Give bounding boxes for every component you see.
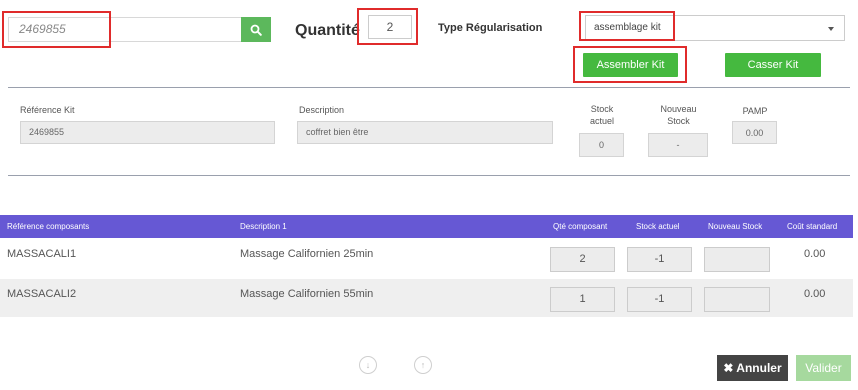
nouveau-stock-label: Nouveau Stock	[660, 104, 697, 126]
th-qte: Qté composant	[553, 222, 608, 231]
arrow-up-icon: ↑	[420, 360, 426, 370]
th-nouveau: Nouveau Stock	[708, 222, 763, 231]
chevron-down-icon	[828, 27, 834, 31]
search-icon	[250, 24, 262, 36]
pamp-label: PAMP	[742, 106, 768, 116]
stock-actuel-label: Stock actuel	[589, 104, 615, 126]
row-ref: MASSACALI2	[7, 288, 77, 300]
th-desc: Description 1	[240, 222, 287, 231]
pamp-field: 0.00	[732, 121, 777, 144]
divider-top	[8, 87, 850, 88]
scroll-down-button[interactable]: ↓	[359, 356, 377, 374]
annuler-button[interactable]: ✖ Annuler	[717, 355, 788, 381]
row-cout: 0.00	[804, 248, 826, 260]
arrow-down-icon: ↓	[365, 360, 371, 370]
valider-button[interactable]: Valider	[796, 355, 851, 381]
casser-kit-button[interactable]: Casser Kit	[725, 53, 821, 77]
description-label: Description	[299, 105, 345, 115]
scroll-up-button[interactable]: ↑	[414, 356, 432, 374]
nouveau-stock-field: -	[648, 133, 708, 157]
regularisation-label: Type Régularisation	[438, 22, 543, 34]
row-nouveau-field	[704, 287, 770, 312]
search-highlight	[2, 11, 111, 48]
select-highlight	[579, 11, 675, 41]
divider-middle	[8, 175, 850, 176]
row-qte-field[interactable]: 1	[550, 287, 615, 312]
th-ref: Référence composants	[7, 222, 90, 231]
th-stock: Stock actuel	[636, 222, 680, 231]
row-qte-field[interactable]: 2	[550, 247, 615, 272]
row-desc: Massage Californien 55min	[240, 288, 374, 300]
annuler-label: Annuler	[736, 361, 782, 375]
stock-actuel-field: 0	[579, 133, 624, 157]
search-button[interactable]	[241, 17, 271, 42]
quantity-highlight	[357, 8, 418, 45]
row-stock-field: -1	[627, 287, 692, 312]
table-header: Référence composants Description 1 Qté c…	[0, 215, 853, 238]
row-cout: 0.00	[804, 288, 826, 300]
description-field: coffret bien être	[297, 121, 553, 144]
th-cout: Coût standard	[787, 222, 838, 231]
ref-kit-field: 2469855	[20, 121, 275, 144]
row-stock-field: -1	[627, 247, 692, 272]
quantity-label: Quantité	[295, 22, 360, 39]
row-desc: Massage Californien 25min	[240, 248, 374, 260]
row-nouveau-field	[704, 247, 770, 272]
row-ref: MASSACALI1	[7, 248, 77, 260]
close-icon: ✖	[723, 361, 734, 375]
assembler-highlight	[573, 46, 687, 83]
table-row: MASSACALI2 Massage Californien 55min 1 -…	[0, 279, 853, 317]
table-row: MASSACALI1 Massage Californien 25min 2 -…	[0, 239, 853, 277]
ref-kit-label: Référence Kit	[20, 105, 75, 115]
